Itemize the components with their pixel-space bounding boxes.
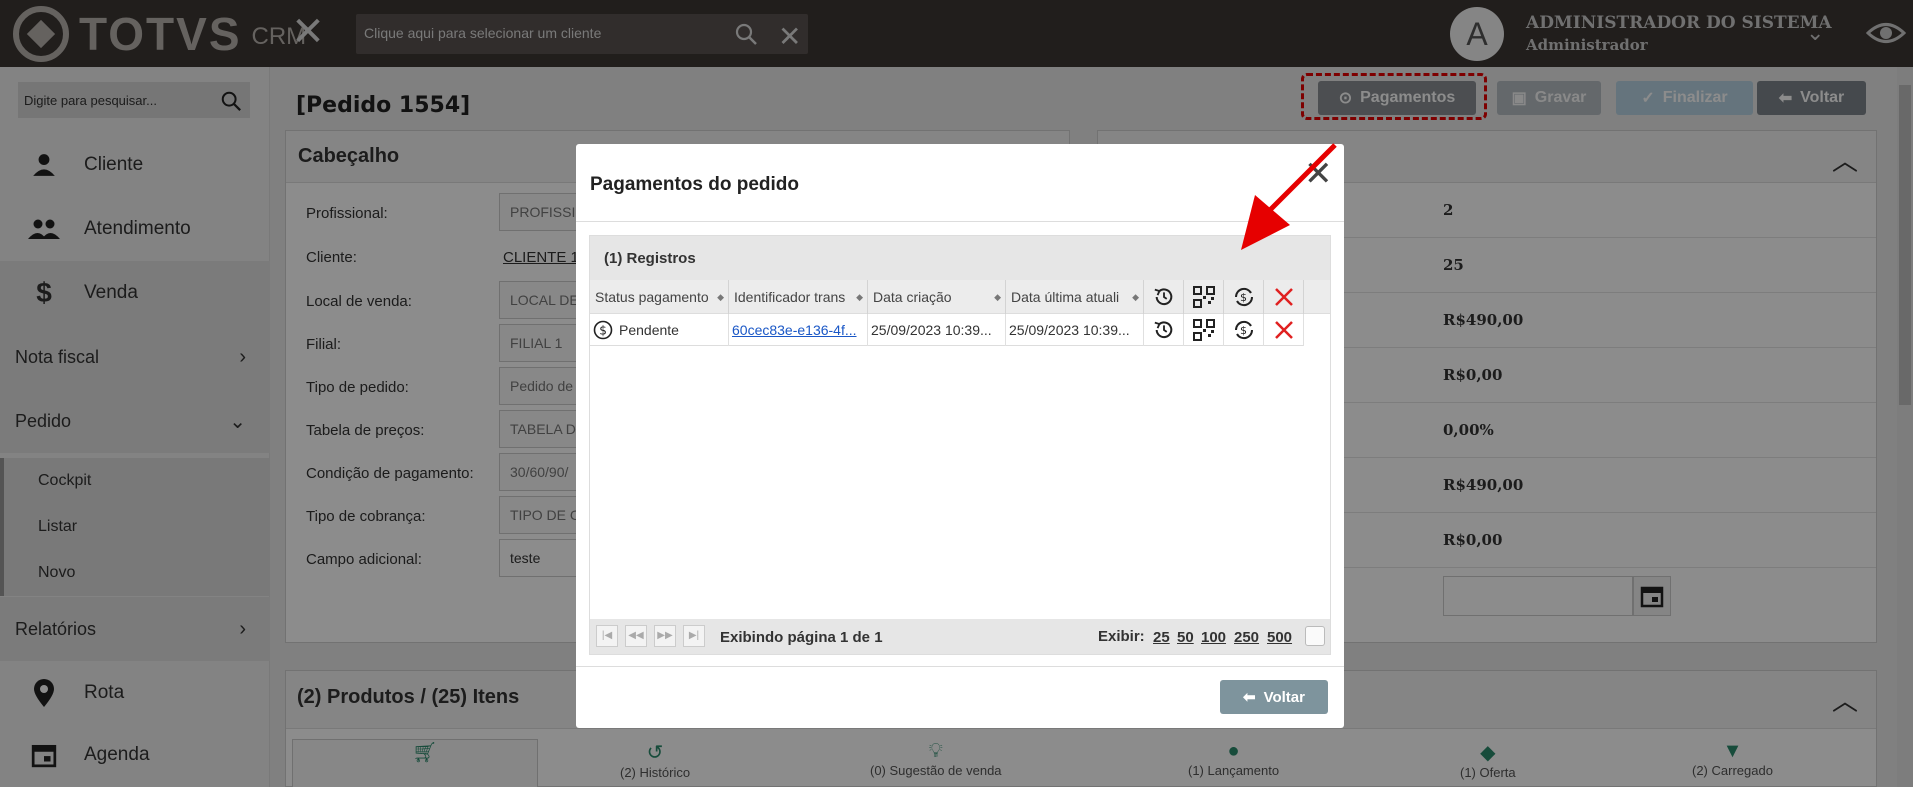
first-page-button[interactable]: |◀ bbox=[596, 625, 618, 647]
column-label: Identificador trans bbox=[734, 289, 846, 305]
sync-dollar-icon: $ bbox=[1234, 320, 1253, 340]
back-arrow-icon: ⬅ bbox=[1243, 689, 1256, 706]
page-size-25[interactable]: 25 bbox=[1153, 629, 1170, 646]
sort-icon: ◆ bbox=[856, 292, 863, 302]
delete-button[interactable] bbox=[1264, 314, 1304, 346]
divider bbox=[576, 666, 1344, 667]
created-cell: 25/09/2023 10:39... bbox=[868, 314, 1006, 346]
column-header-identificador[interactable]: Identificador trans ◆ bbox=[729, 280, 868, 314]
svg-text:$: $ bbox=[1240, 324, 1247, 337]
delete-icon bbox=[1274, 321, 1293, 339]
column-label: Data criação bbox=[873, 289, 952, 305]
column-header-sync[interactable]: $ bbox=[1224, 280, 1264, 314]
page-size-50[interactable]: 50 bbox=[1177, 629, 1194, 646]
table-row[interactable]: $ Pendente 60cec83e-e136-4f... 25/09/202… bbox=[590, 314, 1304, 346]
grid-header: Status pagamento ◆ Identificador trans ◆ D… bbox=[590, 280, 1330, 314]
identifier-cell: 60cec83e-e136-4f... bbox=[729, 314, 868, 346]
svg-text:$: $ bbox=[599, 324, 607, 338]
qrcode-button[interactable] bbox=[1184, 314, 1224, 346]
sort-icon: ◆ bbox=[994, 292, 1001, 302]
column-header-history[interactable] bbox=[1144, 280, 1184, 314]
column-header-qrcode[interactable] bbox=[1184, 280, 1224, 314]
show-label: Exibir: bbox=[1098, 628, 1145, 645]
dollar-circle-icon: $ bbox=[593, 320, 613, 340]
sync-dollar-icon: $ bbox=[1234, 287, 1253, 307]
lightbulb-icon[interactable] bbox=[1305, 626, 1325, 646]
pager: |◀ ◀◀ ▶▶ ▶| Exibindo página 1 de 1 Exibi… bbox=[590, 619, 1330, 654]
modal-voltar-button[interactable]: ⬅ Voltar bbox=[1220, 680, 1328, 714]
status-text: Pendente bbox=[619, 322, 679, 338]
history-icon bbox=[1154, 288, 1172, 306]
status-cell: $ Pendente bbox=[590, 314, 729, 346]
sync-button[interactable]: $ bbox=[1224, 314, 1264, 346]
page-size-500[interactable]: 500 bbox=[1267, 629, 1292, 646]
modal-voltar-label: Voltar bbox=[1263, 688, 1305, 706]
grid-caption-text: (1) Registros bbox=[604, 250, 696, 267]
payments-grid: (1) Registros Status pagamento ◆ Identifi… bbox=[589, 235, 1331, 655]
column-header-data-criacao[interactable]: Data criação ◆ bbox=[868, 280, 1006, 314]
next-page-button[interactable]: ▶▶ bbox=[654, 625, 676, 647]
page-size-250[interactable]: 250 bbox=[1234, 629, 1259, 646]
qr-code-icon bbox=[1192, 286, 1215, 308]
column-header-status[interactable]: Status pagamento ◆ bbox=[590, 280, 729, 314]
grid-caption: (1) Registros bbox=[590, 236, 1330, 280]
annotation-arrow bbox=[1241, 143, 1337, 250]
column-header-delete[interactable] bbox=[1264, 280, 1304, 314]
column-label: Data última atuali bbox=[1011, 289, 1120, 305]
last-page-button[interactable]: ▶| bbox=[683, 625, 705, 647]
svg-text:$: $ bbox=[1240, 291, 1247, 304]
column-label: Status pagamento bbox=[595, 289, 709, 305]
modal-title: Pagamentos do pedido bbox=[590, 174, 800, 195]
sort-icon: ◆ bbox=[1132, 292, 1139, 302]
history-button[interactable] bbox=[1144, 314, 1184, 346]
delete-icon bbox=[1274, 288, 1293, 306]
pager-text: Exibindo página 1 de 1 bbox=[720, 629, 883, 646]
updated-cell: 25/09/2023 10:39... bbox=[1006, 314, 1144, 346]
page-size-100[interactable]: 100 bbox=[1201, 629, 1226, 646]
sort-icon: ◆ bbox=[717, 292, 724, 302]
identifier-link[interactable]: 60cec83e-e136-4f... bbox=[732, 322, 857, 338]
column-header-data-atualizacao[interactable]: Data última atuali ◆ bbox=[1006, 280, 1144, 314]
prev-page-button[interactable]: ◀◀ bbox=[625, 625, 647, 647]
history-icon bbox=[1154, 321, 1172, 339]
qr-code-icon bbox=[1192, 319, 1215, 341]
